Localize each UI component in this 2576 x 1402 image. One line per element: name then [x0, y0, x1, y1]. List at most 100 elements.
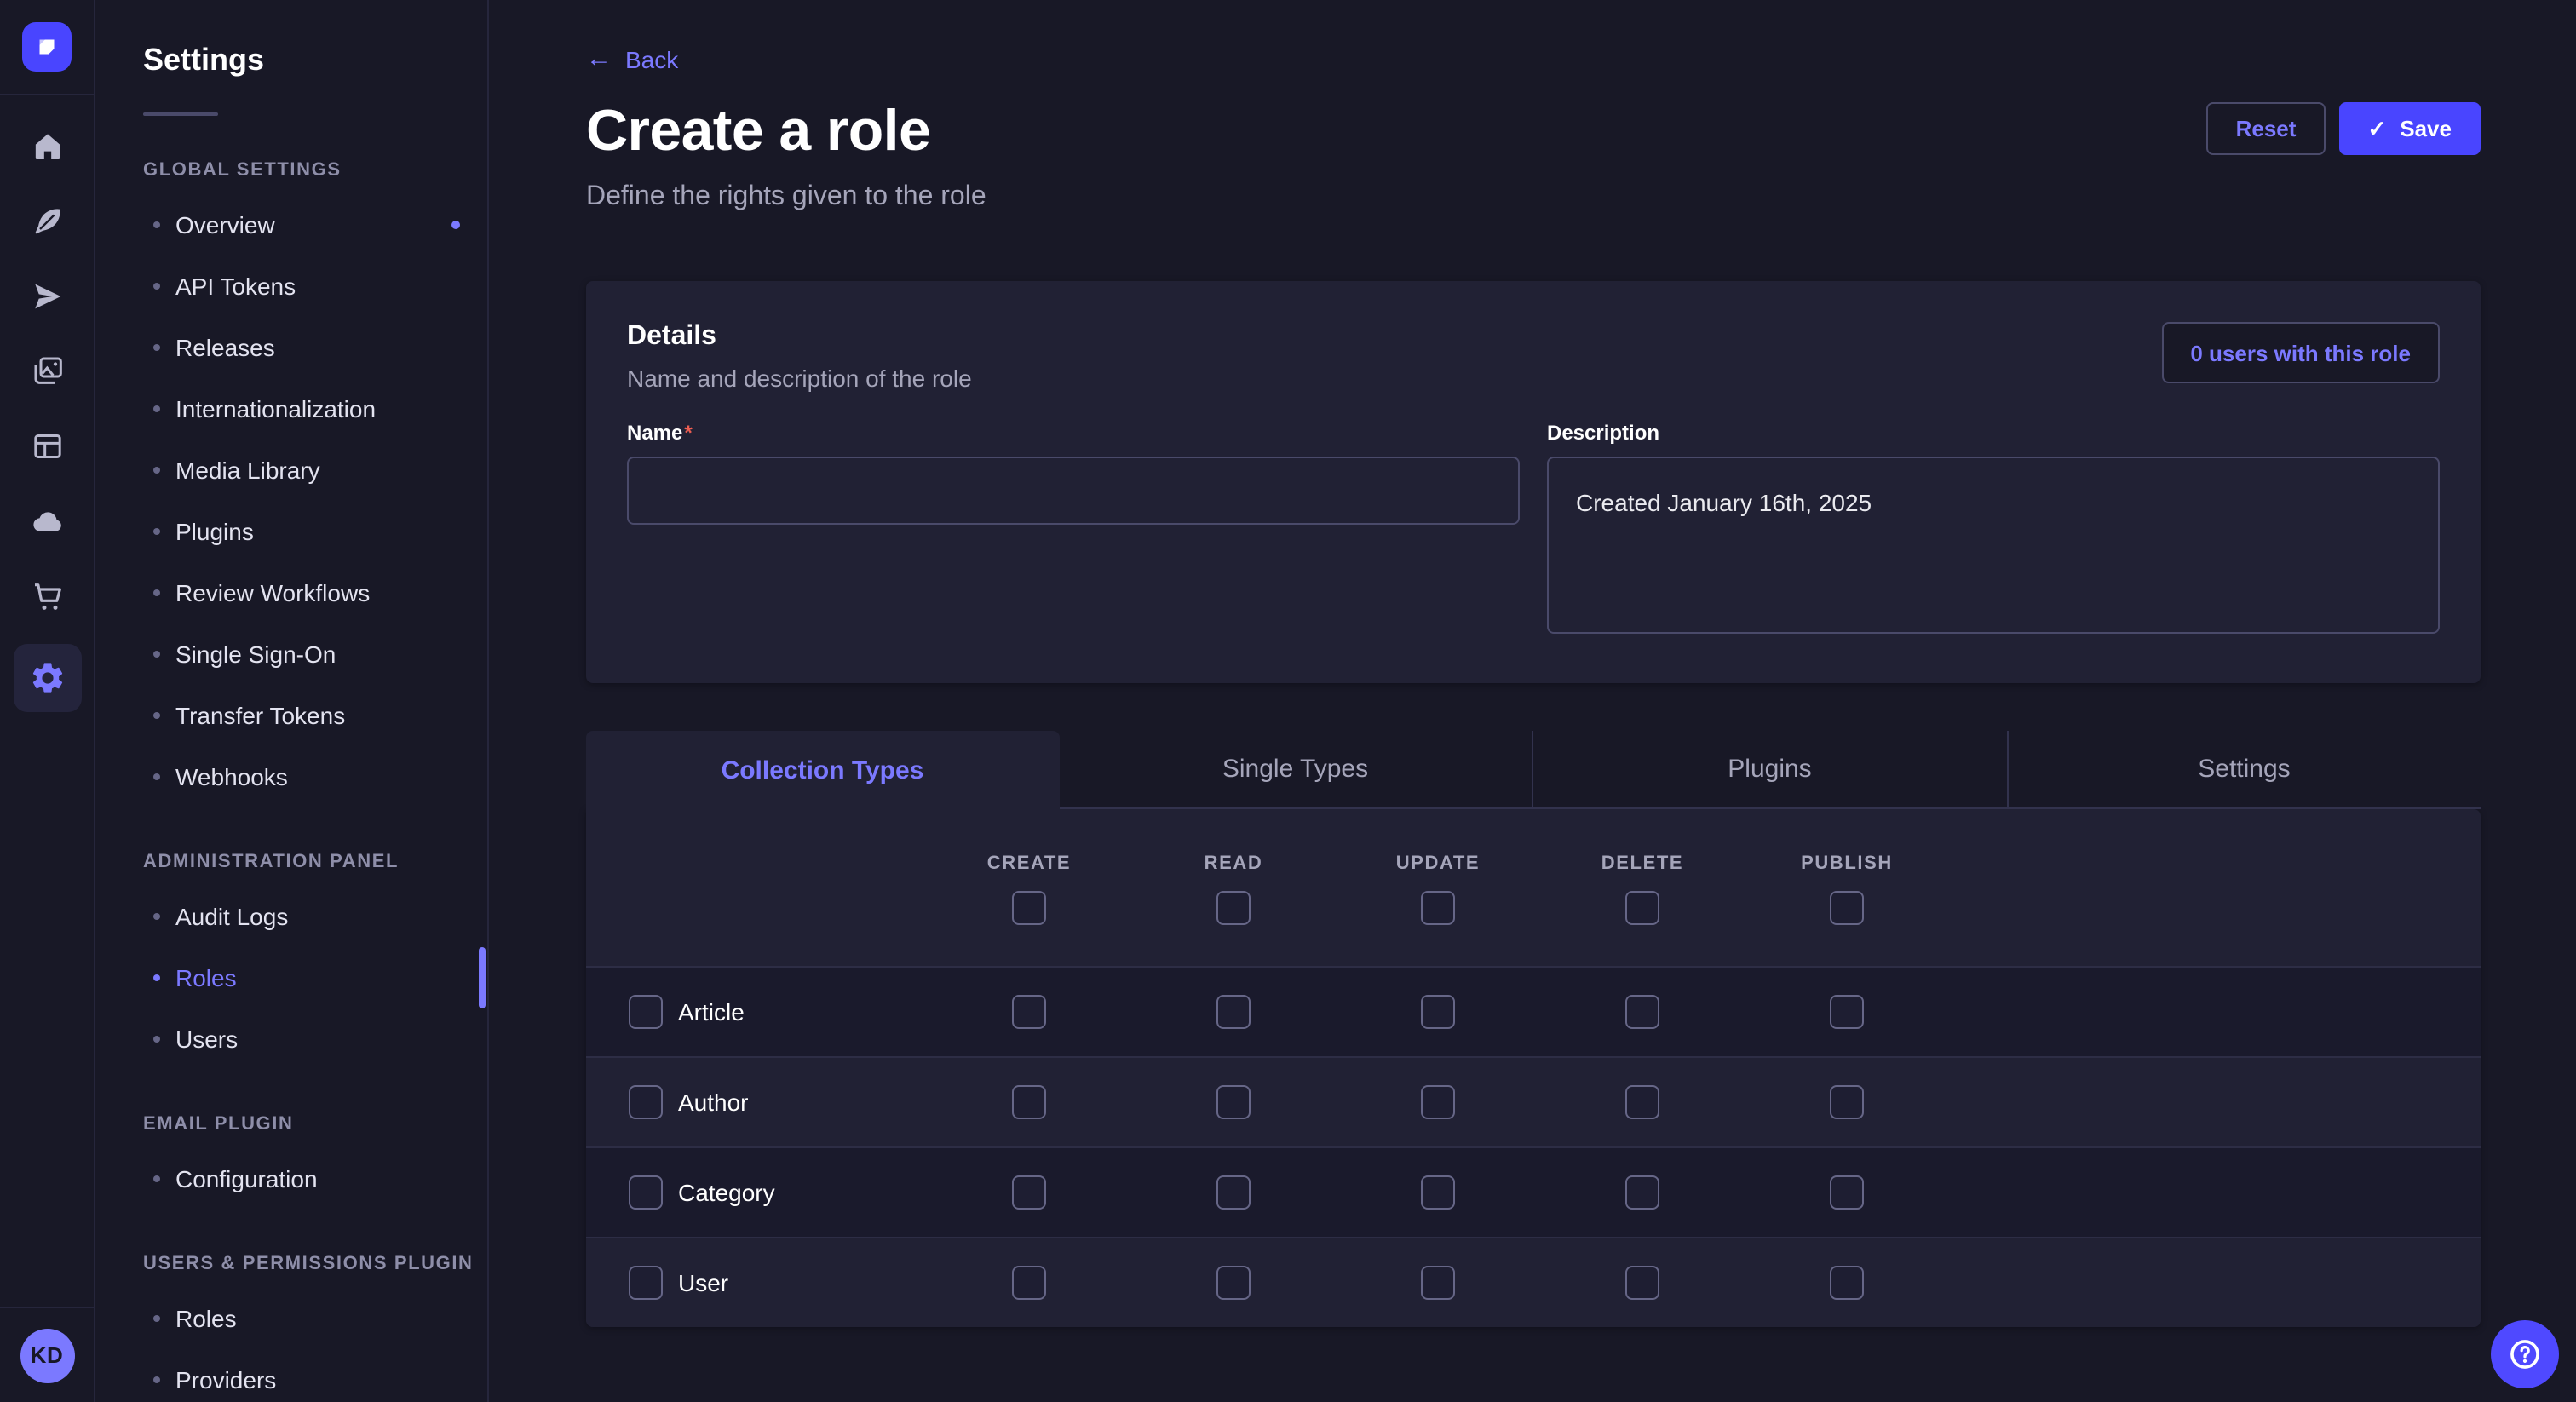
description-label: Description: [1547, 421, 2440, 445]
category-create-checkbox[interactable]: [1012, 1175, 1046, 1210]
nav-section: GLOBAL SETTINGS OverviewAPI TokensRelease…: [95, 160, 487, 807]
sidebar-item-label: Providers: [175, 1366, 276, 1393]
rail-item-content-type-builder[interactable]: [20, 419, 74, 474]
perm-row-category: Category: [586, 1146, 2481, 1237]
bullet-icon: [153, 1376, 160, 1383]
select-all-read-checkbox[interactable]: [1216, 891, 1251, 925]
required-asterisk: *: [684, 421, 692, 445]
select-all-delete-checkbox[interactable]: [1625, 891, 1659, 925]
avatar[interactable]: KD: [20, 1328, 74, 1382]
author-read-checkbox[interactable]: [1216, 1085, 1251, 1119]
sidebar-item-configuration[interactable]: Configuration: [95, 1148, 487, 1210]
sidebar-item-label: Roles: [175, 964, 237, 991]
bullet-icon: [153, 1036, 160, 1043]
sidebar-item-providers[interactable]: Providers: [95, 1349, 487, 1402]
perm-row-label: Article: [678, 998, 745, 1026]
tab-plugins[interactable]: Plugins: [1533, 731, 2008, 809]
sidebar-item-audit-logs[interactable]: Audit Logs: [95, 886, 487, 947]
name-field-group: Name*: [627, 421, 1520, 642]
user-read-checkbox[interactable]: [1216, 1266, 1251, 1300]
permissions-rows: ArticleAuthorCategoryUser: [586, 966, 2481, 1327]
article-create-checkbox[interactable]: [1012, 995, 1046, 1029]
user-publish-checkbox[interactable]: [1830, 1266, 1864, 1300]
select-all-publish-checkbox[interactable]: [1830, 891, 1864, 925]
category-read-checkbox[interactable]: [1216, 1175, 1251, 1210]
select-all-create-checkbox[interactable]: [1012, 891, 1046, 925]
reset-button[interactable]: Reset: [2207, 102, 2326, 155]
sidebar-item-internationalization[interactable]: Internationalization: [95, 378, 487, 440]
select-row-author-checkbox[interactable]: [629, 1085, 663, 1119]
sidebar-item-single-sign-on[interactable]: Single Sign-On: [95, 623, 487, 685]
rail-icon-list: [13, 119, 81, 712]
sidebar-item-webhooks[interactable]: Webhooks: [95, 746, 487, 807]
user-delete-checkbox[interactable]: [1625, 1266, 1659, 1300]
sidebar-item-plugins[interactable]: Plugins: [95, 501, 487, 562]
nav-section-label: ADMINISTRATION PANEL: [143, 852, 487, 872]
rail-item-releases[interactable]: [20, 269, 74, 324]
author-delete-checkbox[interactable]: [1625, 1085, 1659, 1119]
rail-item-marketplace[interactable]: [20, 569, 74, 623]
nav-section: EMAIL PLUGINConfiguration: [95, 1114, 487, 1210]
page-header-text: Create a role Define the rights given to…: [586, 99, 986, 213]
users-with-role-button[interactable]: 0 users with this role: [2161, 322, 2440, 383]
name-label: Name*: [627, 421, 1520, 445]
author-update-checkbox[interactable]: [1421, 1085, 1455, 1119]
cart-icon: [30, 579, 64, 613]
sidebar-item-label: Webhooks: [175, 763, 288, 790]
save-label: Save: [2400, 116, 2452, 141]
select-row-user-checkbox[interactable]: [629, 1266, 663, 1300]
article-read-checkbox[interactable]: [1216, 995, 1251, 1029]
category-publish-checkbox[interactable]: [1830, 1175, 1864, 1210]
sidebar-item-media-library[interactable]: Media Library: [95, 440, 487, 501]
tab-settings[interactable]: Settings: [2008, 731, 2481, 809]
layout-icon: [30, 429, 64, 463]
name-input[interactable]: [627, 457, 1520, 525]
details-card: Details Name and description of the role…: [586, 281, 2481, 683]
select-row-category-checkbox[interactable]: [629, 1175, 663, 1210]
sidebar-item-users[interactable]: Users: [95, 1008, 487, 1070]
help-button[interactable]: [2491, 1320, 2559, 1388]
select-row-article-checkbox[interactable]: [629, 995, 663, 1029]
sidebar-item-releases[interactable]: Releases: [95, 317, 487, 378]
details-subtitle: Name and description of the role: [627, 365, 972, 392]
save-button[interactable]: ✓ Save: [2338, 102, 2481, 155]
user-create-checkbox[interactable]: [1012, 1266, 1046, 1300]
nav-section-label: GLOBAL SETTINGS: [143, 160, 487, 181]
strapi-logo[interactable]: [0, 0, 95, 95]
rail-item-media-library[interactable]: [20, 344, 74, 399]
category-update-checkbox[interactable]: [1421, 1175, 1455, 1210]
back-arrow-icon: ←: [586, 46, 612, 72]
select-all-update-checkbox[interactable]: [1421, 891, 1455, 925]
permissions-header-row: CREATEREADUPDATEDELETEPUBLISH: [586, 809, 2481, 966]
author-create-checkbox[interactable]: [1012, 1085, 1046, 1119]
details-title: Details: [627, 322, 972, 353]
sidebar-item-overview[interactable]: Overview: [95, 194, 487, 256]
strapi-logo-icon: [22, 22, 72, 72]
article-update-checkbox[interactable]: [1421, 995, 1455, 1029]
details-card-header: Details Name and description of the role…: [627, 322, 2440, 392]
tab-collection-types[interactable]: Collection Types: [586, 731, 1059, 809]
rail-item-settings[interactable]: [13, 644, 81, 712]
rail-item-home[interactable]: [20, 119, 74, 174]
category-delete-checkbox[interactable]: [1625, 1175, 1659, 1210]
sidebar-item-review-workflows[interactable]: Review Workflows: [95, 562, 487, 623]
settings-subnav: Settings GLOBAL SETTINGSOverviewAPI Toke…: [95, 0, 489, 1402]
user-update-checkbox[interactable]: [1421, 1266, 1455, 1300]
rail-item-deploy[interactable]: [20, 494, 74, 549]
gear-icon: [28, 659, 66, 697]
tab-single-types[interactable]: Single Types: [1059, 731, 1533, 809]
sidebar-item-roles[interactable]: Roles: [95, 947, 487, 1008]
article-delete-checkbox[interactable]: [1625, 995, 1659, 1029]
active-indicator-bar: [479, 947, 486, 1008]
perm-column-label: READ: [1205, 853, 1263, 874]
sidebar-item-api-tokens[interactable]: API Tokens: [95, 256, 487, 317]
sidebar-item-transfer-tokens[interactable]: Transfer Tokens: [95, 685, 487, 746]
article-publish-checkbox[interactable]: [1830, 995, 1864, 1029]
sidebar-item-roles[interactable]: Roles: [95, 1288, 487, 1349]
bullet-icon: [153, 651, 160, 658]
rail-item-content-manager[interactable]: [20, 194, 74, 249]
author-publish-checkbox[interactable]: [1830, 1085, 1864, 1119]
back-link[interactable]: ← Back: [586, 45, 678, 72]
bullet-icon: [153, 1175, 160, 1182]
description-textarea[interactable]: [1547, 457, 2440, 634]
